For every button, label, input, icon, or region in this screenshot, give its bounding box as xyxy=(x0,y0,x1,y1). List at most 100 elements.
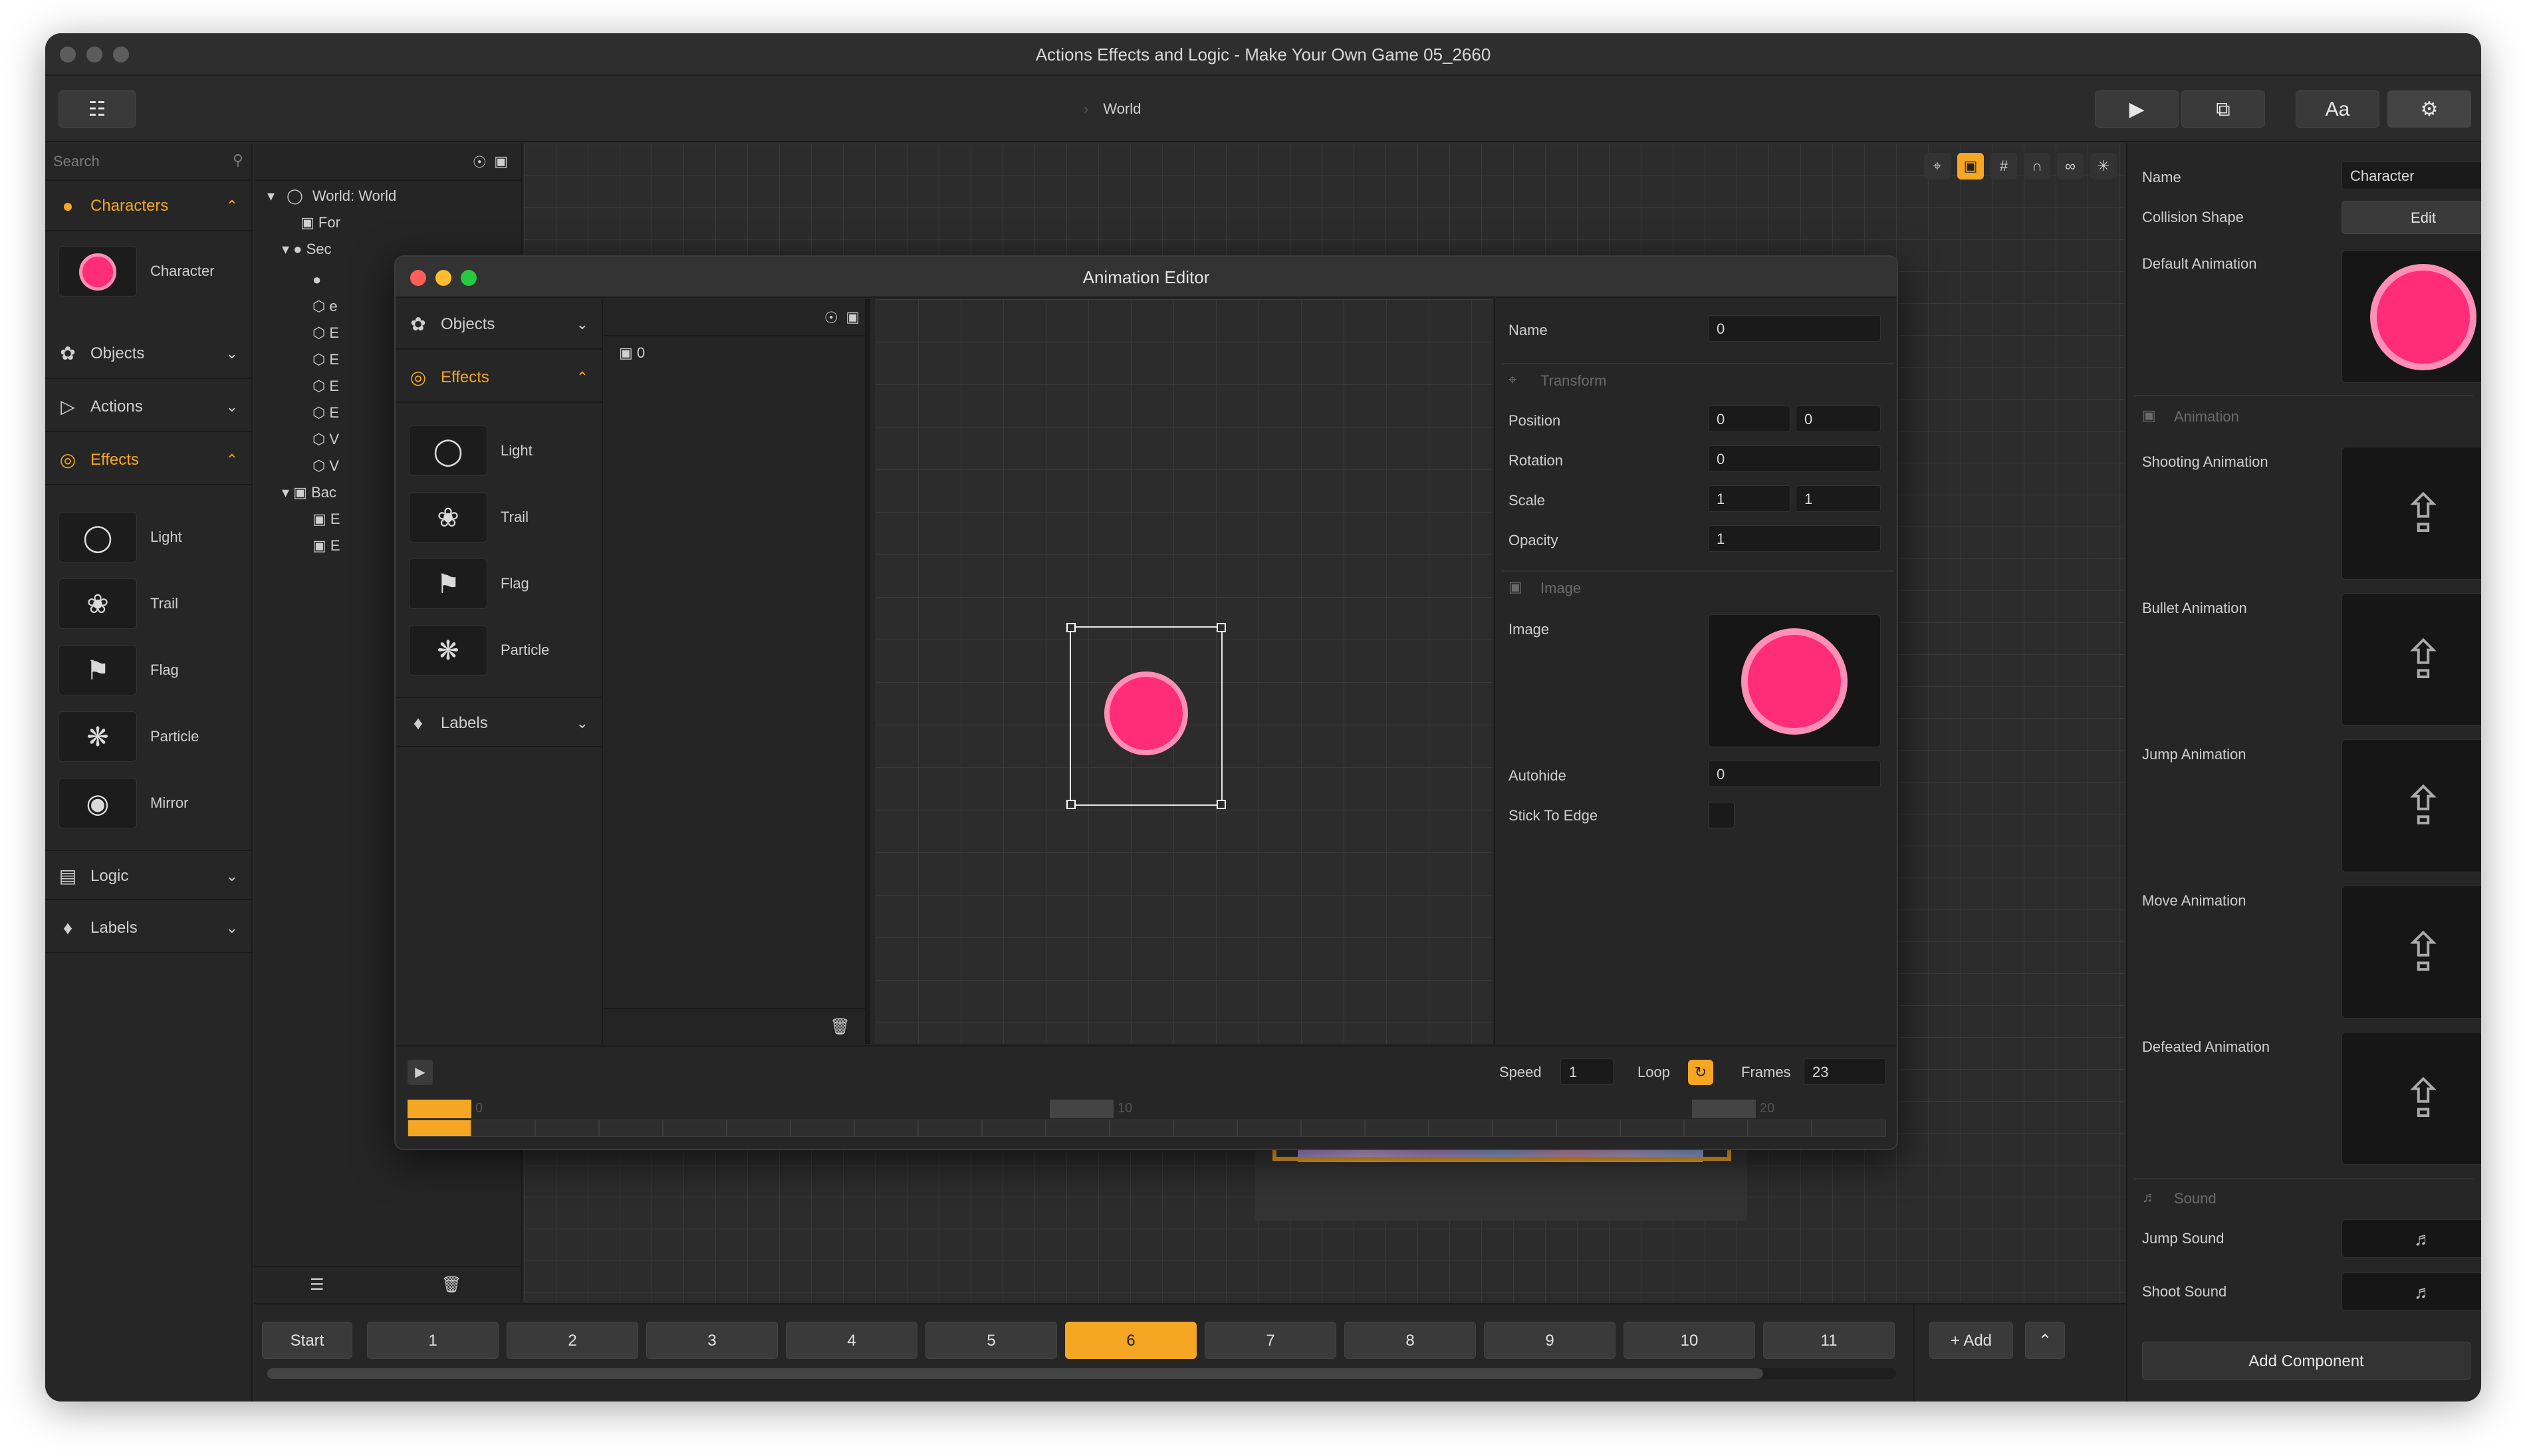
hierarchy-button[interactable]: ☷ xyxy=(59,90,136,128)
timeline-cell[interactable] xyxy=(1301,1120,1365,1137)
edit-collision-button[interactable]: Edit xyxy=(2342,201,2481,234)
add-component-button[interactable]: Add Component xyxy=(2142,1342,2470,1380)
upload-image-icon[interactable]: ⇪ xyxy=(2342,593,2481,726)
library-item-trail[interactable]: ❀ Trail xyxy=(396,484,603,550)
speed-field[interactable]: 1 xyxy=(1560,1058,1614,1085)
library-item-light[interactable]: ◯ Light xyxy=(396,418,603,484)
stick-to-edge-checkbox[interactable] xyxy=(1708,802,1735,828)
search-input[interactable]: Search ⚲ xyxy=(45,144,253,181)
timeline-cell[interactable] xyxy=(1493,1120,1556,1137)
tree-row[interactable]: ⬡ V xyxy=(312,431,339,448)
minimize-dialog-button[interactable] xyxy=(435,270,451,286)
section-effects[interactable]: ◎ Effects ⌃ xyxy=(45,435,253,485)
animation-canvas[interactable] xyxy=(876,299,1493,1044)
sidebar-item-flag[interactable]: ⚑ Flag xyxy=(45,637,253,703)
timeline-cell[interactable] xyxy=(1429,1120,1493,1137)
jump-sound-slot[interactable]: ♬ xyxy=(2342,1219,2481,1258)
grid-icon[interactable]: # xyxy=(1990,153,2017,180)
tree-row[interactable]: ▣ For xyxy=(301,214,340,231)
scale-y-field[interactable]: 1 xyxy=(1796,485,1881,512)
section-labels[interactable]: ♦ Labels ⌄ xyxy=(45,903,253,953)
resize-handle[interactable] xyxy=(1066,800,1076,809)
settings-button[interactable]: ⚙ xyxy=(2387,90,2471,128)
section-characters[interactable]: ● Characters ⌃ xyxy=(45,181,253,231)
timeline-cell[interactable] xyxy=(1237,1120,1301,1137)
frame-button[interactable]: 7 xyxy=(1205,1322,1336,1359)
fit-icon[interactable]: ⌖ xyxy=(1924,153,1951,180)
upload-image-icon[interactable]: ⇪ xyxy=(2342,886,2481,1019)
timeline-keyframe[interactable] xyxy=(1050,1100,1114,1118)
sidebar-item-trail[interactable]: ❀ Trail xyxy=(45,570,253,637)
tree-row[interactable]: ⬡ e xyxy=(312,298,338,315)
section-logic[interactable]: ▤ Logic ⌄ xyxy=(45,850,253,900)
timeline-cell[interactable] xyxy=(1684,1120,1748,1137)
tree-row[interactable]: ⬡ E xyxy=(312,404,339,422)
magnet-icon[interactable]: ∩ xyxy=(2024,153,2050,180)
frame-button[interactable]: 4 xyxy=(786,1322,917,1359)
position-y-field[interactable]: 0 xyxy=(1796,406,1881,432)
resize-handle[interactable] xyxy=(1217,800,1226,809)
tree-row-world[interactable]: ▾ ◯ World: World xyxy=(267,187,396,205)
font-button[interactable]: Aa xyxy=(2296,90,2379,128)
timeline-cell[interactable] xyxy=(408,1120,471,1137)
section-objects[interactable]: ✿ Objects ⌄ xyxy=(45,328,253,379)
timeline-cell[interactable] xyxy=(663,1120,727,1137)
tree-row[interactable]: ⬡ E xyxy=(312,351,339,368)
upload-image-icon[interactable]: ⇪ xyxy=(2342,1032,2481,1165)
section-labels[interactable]: ♦ Labels ⌄ xyxy=(396,697,603,747)
timeline-cell[interactable] xyxy=(1046,1120,1110,1137)
timeline-cell[interactable] xyxy=(1173,1120,1237,1137)
scale-x-field[interactable]: 1 xyxy=(1708,485,1790,512)
timeline-cell[interactable] xyxy=(1620,1120,1684,1137)
timeline-cell[interactable] xyxy=(1748,1120,1812,1137)
timeline-cell[interactable] xyxy=(471,1120,535,1137)
frame-scrollbar[interactable] xyxy=(267,1368,1896,1379)
frame-start-button[interactable]: Start xyxy=(262,1322,352,1359)
layer-row[interactable]: ▣ 0 xyxy=(619,344,645,362)
layers-icon[interactable]: ☰ xyxy=(310,1275,324,1294)
frame-button[interactable]: 2 xyxy=(507,1322,638,1359)
timeline-cell[interactable] xyxy=(535,1120,599,1137)
frame-button[interactable]: 10 xyxy=(1623,1322,1755,1359)
library-item-flag[interactable]: ⚑ Flag xyxy=(396,550,603,617)
opacity-field[interactable]: 1 xyxy=(1708,525,1881,552)
name-field[interactable]: 0 xyxy=(1708,315,1881,342)
timeline-cell[interactable] xyxy=(1365,1120,1429,1137)
timeline-cell[interactable] xyxy=(1812,1120,1886,1137)
timeline-keyframe[interactable] xyxy=(1692,1100,1756,1118)
timeline-play-button[interactable]: ▶ xyxy=(408,1060,433,1085)
section-objects[interactable]: ✿ Objects ⌄ xyxy=(396,299,603,350)
frame-button[interactable]: 9 xyxy=(1484,1322,1616,1359)
sidebar-item-particle[interactable]: ❋ Particle xyxy=(45,703,253,770)
lock-icon[interactable]: ▣ xyxy=(846,308,860,326)
tree-row[interactable]: ⬡ E xyxy=(312,324,339,342)
sidebar-item-light[interactable]: ◯ Light xyxy=(45,504,253,570)
frame-button[interactable]: 8 xyxy=(1344,1322,1476,1359)
resize-handle[interactable] xyxy=(1217,623,1226,632)
timeline-cell[interactable] xyxy=(790,1120,854,1137)
tree-row[interactable]: ▾ ● Sec xyxy=(282,241,332,258)
frame-button-selected[interactable]: 6 xyxy=(1065,1322,1197,1359)
timeline-cell[interactable] xyxy=(918,1120,982,1137)
position-x-field[interactable]: 0 xyxy=(1708,406,1790,432)
timeline-track[interactable] xyxy=(408,1120,1886,1138)
share-button[interactable]: ⧉ xyxy=(2181,90,2265,128)
collapse-button[interactable]: ⌃ xyxy=(2025,1322,2065,1359)
trash-icon[interactable]: 🗑 xyxy=(830,1017,850,1036)
frame-button[interactable]: 5 xyxy=(925,1322,1057,1359)
timeline-cell[interactable] xyxy=(1110,1120,1173,1137)
breadcrumb[interactable]: › World xyxy=(1084,90,1141,128)
resize-handle[interactable] xyxy=(1066,623,1076,632)
upload-image-icon[interactable]: ⇪ xyxy=(2342,447,2481,580)
link-icon[interactable]: ∞ xyxy=(2057,153,2084,180)
timeline-cell[interactable] xyxy=(727,1120,790,1137)
eye-icon[interactable]: ☉ xyxy=(472,153,487,172)
section-effects[interactable]: ◎ Effects ⌃ xyxy=(396,352,603,403)
frame-button[interactable]: 11 xyxy=(1763,1322,1895,1359)
name-field[interactable]: Character xyxy=(2342,161,2481,190)
timeline-cell[interactable] xyxy=(599,1120,663,1137)
timeline-cell[interactable] xyxy=(854,1120,918,1137)
timeline-cell[interactable] xyxy=(1556,1120,1620,1137)
library-item-particle[interactable]: ❋ Particle xyxy=(396,617,603,683)
upload-image-icon[interactable]: ⇪ xyxy=(2342,739,2481,872)
